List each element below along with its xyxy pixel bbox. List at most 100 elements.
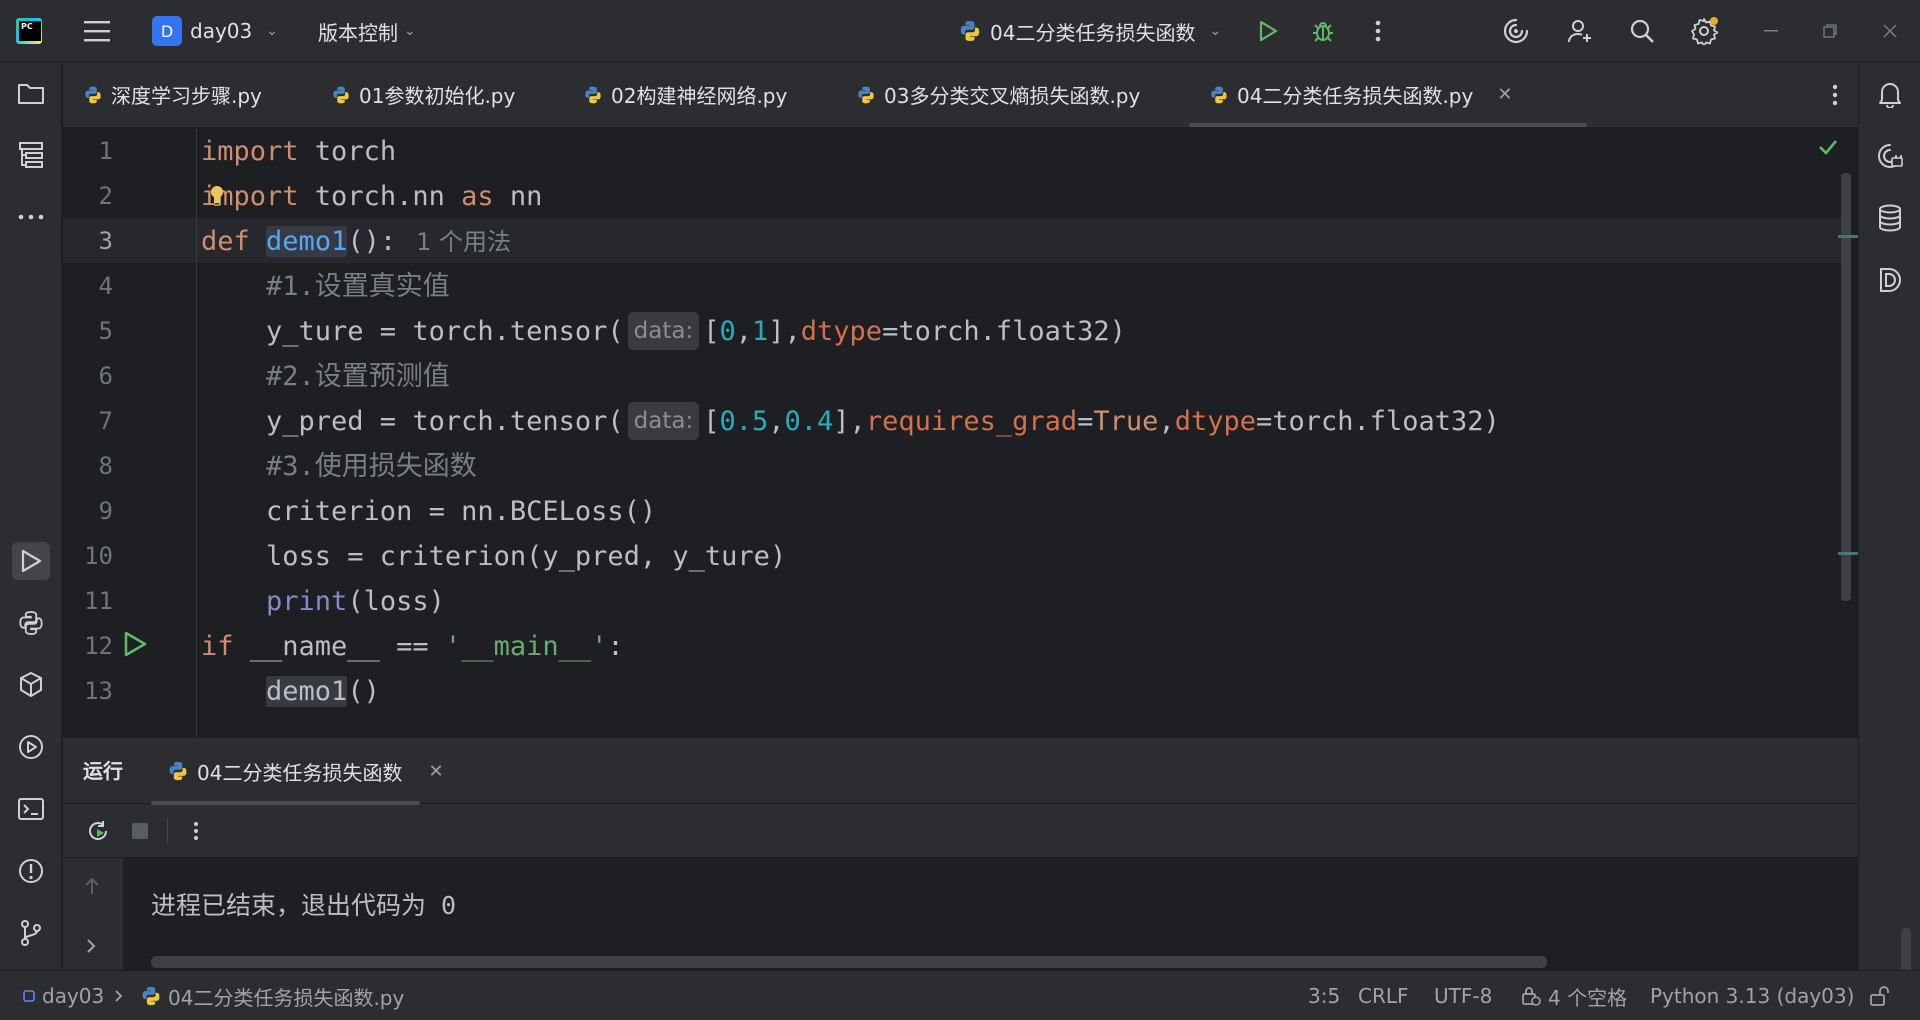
title-bar: D day03 ⌄ 版本控制 ⌄ 04二分类任务损失函数 ⌄ [0, 0, 1920, 62]
run-configuration-selector[interactable]: 04二分类任务损失函数 ⌄ [958, 0, 1221, 62]
code-line: 9 criterion = nn.BCELoss() [63, 489, 1843, 534]
chevron-down-icon: ⌄ [266, 23, 278, 39]
run-tool-icon[interactable] [12, 542, 50, 580]
lightbulb-icon[interactable] [209, 185, 225, 207]
run-tool-window: 运行 04二分类任务损失函数 ✕ 进程已结束，退出代码为 0 [63, 737, 1911, 976]
tab-label: 01参数初始化.py [359, 84, 516, 108]
line-number: 12 [84, 632, 113, 660]
stop-icon[interactable] [127, 818, 153, 844]
line-number: 11 [84, 587, 113, 615]
close-run-tab-icon[interactable]: ✕ [428, 761, 443, 782]
run-tab[interactable]: 04二分类任务损失函数 ✕ [151, 738, 444, 805]
line-number: 8 [98, 452, 113, 480]
python-file-icon [142, 986, 160, 1006]
read-only-toggle-icon[interactable] [1868, 971, 1890, 1020]
vcs-menu[interactable]: 版本控制 ⌄ [318, 0, 416, 62]
breadcrumb-project[interactable]: day03 [22, 971, 104, 1020]
ai-chat-icon[interactable] [1872, 138, 1908, 174]
code-text[interactable]: print(loss) [201, 579, 445, 624]
terminal-icon[interactable] [12, 790, 50, 828]
left-tool-strip [0, 62, 62, 970]
more-options-icon[interactable] [183, 818, 209, 844]
minimize-icon[interactable] [1758, 17, 1786, 45]
pycharm-logo-icon[interactable] [16, 0, 48, 62]
project-name: day03 [190, 19, 253, 43]
more-tools-icon[interactable] [12, 198, 50, 236]
code-text[interactable]: criterion = nn.BCELoss() [201, 489, 656, 534]
run-toolbar [63, 804, 1858, 858]
run-icon[interactable] [1254, 17, 1282, 45]
line-number: 7 [98, 407, 113, 435]
add-user-icon[interactable] [1566, 17, 1594, 45]
line-number: 5 [98, 317, 113, 345]
code-text[interactable]: loss = criterion(y_pred, y_ture) [201, 534, 786, 579]
scroll-up-icon[interactable] [83, 876, 101, 896]
console-side-toolbar [63, 858, 123, 971]
notifications-icon[interactable] [1872, 76, 1908, 112]
module-icon [23, 990, 35, 1002]
python-file-icon [858, 86, 874, 103]
project-switcher[interactable]: D day03 ⌄ [152, 0, 278, 62]
python-packages-icon[interactable] [12, 666, 50, 704]
console-output[interactable]: 进程已结束，退出代码为 0 [123, 858, 1911, 976]
change-marker [1838, 235, 1858, 238]
python-interpreter[interactable]: Python 3.13 (day03) [1650, 971, 1854, 1020]
sciview-icon[interactable] [1872, 262, 1908, 298]
restore-icon[interactable] [1816, 17, 1844, 45]
tabs-more-icon[interactable] [1832, 84, 1838, 110]
code-text[interactable]: demo1() [201, 669, 380, 714]
main-menu-icon[interactable] [84, 0, 112, 62]
editor-tabs: 深度学习步骤.py 01参数初始化.py 02构建神经网络.py 03多分类交叉… [63, 62, 1858, 128]
console-vertical-scrollbar[interactable] [1901, 928, 1911, 976]
code-text[interactable]: #2.设置预测值 [201, 354, 450, 399]
console-horizontal-scrollbar[interactable] [151, 956, 1547, 968]
git-icon[interactable] [12, 914, 50, 952]
status-bar: day03 04二分类任务损失函数.py 3:5 CRLF UTF-8 4 个空… [0, 970, 1920, 1020]
tab-file[interactable]: 深度学习步骤.py [83, 62, 262, 127]
file-encoding[interactable]: UTF-8 [1434, 971, 1492, 1020]
code-text[interactable]: y_pred = torch.tensor(data: [0.5,0.4],req… [201, 399, 1500, 444]
inspection-ok-icon[interactable] [1818, 139, 1838, 155]
line-number: 2 [98, 182, 113, 210]
code-text[interactable]: def demo1(): 1 个用法 [201, 219, 511, 265]
search-icon[interactable] [1628, 17, 1656, 45]
code-editor[interactable]: 1 import torch 2 import torch.nn as nn 3… [63, 129, 1858, 737]
tab-file-active[interactable]: 04二分类任务损失函数.py ✕ [1189, 62, 1587, 127]
close-window-icon[interactable] [1876, 17, 1904, 45]
python-console-icon[interactable] [12, 604, 50, 642]
code-text[interactable]: #3.使用损失函数 [201, 444, 477, 489]
settings-gear-icon[interactable] [1690, 17, 1718, 45]
breadcrumb-file[interactable]: 04二分类任务损失函数.py [140, 971, 404, 1020]
code-text[interactable]: import torch.nn as nn [201, 174, 542, 219]
indent-settings[interactable]: 4 个空格 [1520, 971, 1627, 1020]
close-tab-icon[interactable]: ✕ [1497, 84, 1512, 105]
line-number: 4 [98, 272, 113, 300]
chevron-right-icon[interactable] [85, 938, 97, 954]
ai-assistant-icon[interactable] [1502, 17, 1530, 45]
structure-icon[interactable] [12, 136, 50, 174]
breadcrumb-file-label: 04二分类任务损失函数.py [168, 985, 405, 1010]
line-number: 6 [98, 362, 113, 390]
code-text[interactable]: if __name__ == '__main__': [201, 624, 624, 669]
more-actions-icon[interactable] [1364, 17, 1392, 45]
rerun-icon[interactable] [85, 818, 111, 844]
python-file-icon [960, 21, 980, 41]
services-icon[interactable] [12, 728, 50, 766]
caret-position[interactable]: 3:5 [1308, 971, 1340, 1020]
vcs-label: 版本控制 [318, 20, 398, 45]
tab-file[interactable]: 01参数初始化.py [331, 62, 515, 127]
tab-file[interactable]: 02构建神经网络.py [583, 62, 787, 127]
tab-file[interactable]: 03多分类交叉熵损失函数.py [856, 62, 1140, 127]
line-ending[interactable]: CRLF [1358, 971, 1409, 1020]
code-text[interactable]: #1.设置真实值 [201, 264, 450, 309]
usage-hint[interactable]: 1 个用法 [416, 228, 511, 256]
code-line: 11 print(loss) [63, 579, 1843, 624]
folder-icon[interactable] [12, 74, 50, 112]
debug-icon[interactable] [1309, 17, 1337, 45]
database-icon[interactable] [1872, 200, 1908, 236]
code-text[interactable]: import torch [201, 129, 396, 174]
code-text[interactable]: y_ture = torch.tensor(data: [0,1],dtype=t… [201, 309, 1126, 354]
chevron-down-icon: ⌄ [1209, 23, 1222, 39]
problems-icon[interactable] [12, 852, 50, 890]
run-gutter-icon[interactable] [121, 629, 149, 659]
